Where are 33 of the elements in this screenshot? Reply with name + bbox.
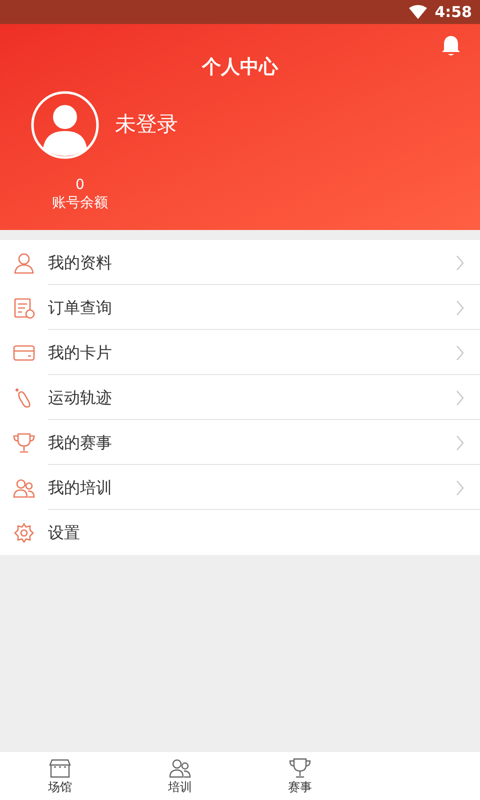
menu-label: 我的资料 <box>48 252 112 274</box>
nav-tab[interactable]: 场馆 <box>0 752 120 800</box>
menu-item[interactable]: 我的资料 <box>0 240 480 285</box>
wifi-icon <box>408 5 427 19</box>
menu-item[interactable]: 设置 <box>0 510 480 555</box>
balance-value: 0 <box>76 176 84 194</box>
document-icon <box>13 296 35 318</box>
settings-icon <box>13 522 35 544</box>
menu-item[interactable]: 我的卡片 <box>0 330 480 375</box>
username[interactable]: 未登录 <box>115 108 178 140</box>
balance-label: 账号余额 <box>52 194 108 212</box>
menu-label: 我的培训 <box>48 476 112 498</box>
menu-item[interactable]: 我的赛事 <box>0 420 480 465</box>
menu-label: 我的卡片 <box>48 342 112 364</box>
trophy-icon <box>13 432 35 454</box>
avatar-icon[interactable] <box>31 90 99 158</box>
nav-tab[interactable]: 赛事 <box>240 752 360 800</box>
people-icon <box>13 476 35 498</box>
people-icon <box>169 757 191 779</box>
nav-tab[interactable]: 培训 <box>120 752 240 800</box>
person-icon <box>13 252 35 274</box>
menu-item[interactable]: 运动轨迹 <box>0 375 480 420</box>
menu-label: 我的赛事 <box>48 432 112 454</box>
bell-icon[interactable] <box>441 35 461 57</box>
menu-label: 订单查询 <box>48 296 112 318</box>
menu-label: 运动轨迹 <box>48 386 112 408</box>
store-icon <box>49 757 71 779</box>
trophy-icon <box>289 757 311 779</box>
menu-item[interactable]: 我的培训 <box>0 465 480 510</box>
menu-item[interactable]: 订单查询 <box>0 285 480 330</box>
page-title: 个人中心 <box>202 55 278 80</box>
menu-label: 设置 <box>48 522 80 544</box>
clock: 4:58 <box>434 2 472 23</box>
